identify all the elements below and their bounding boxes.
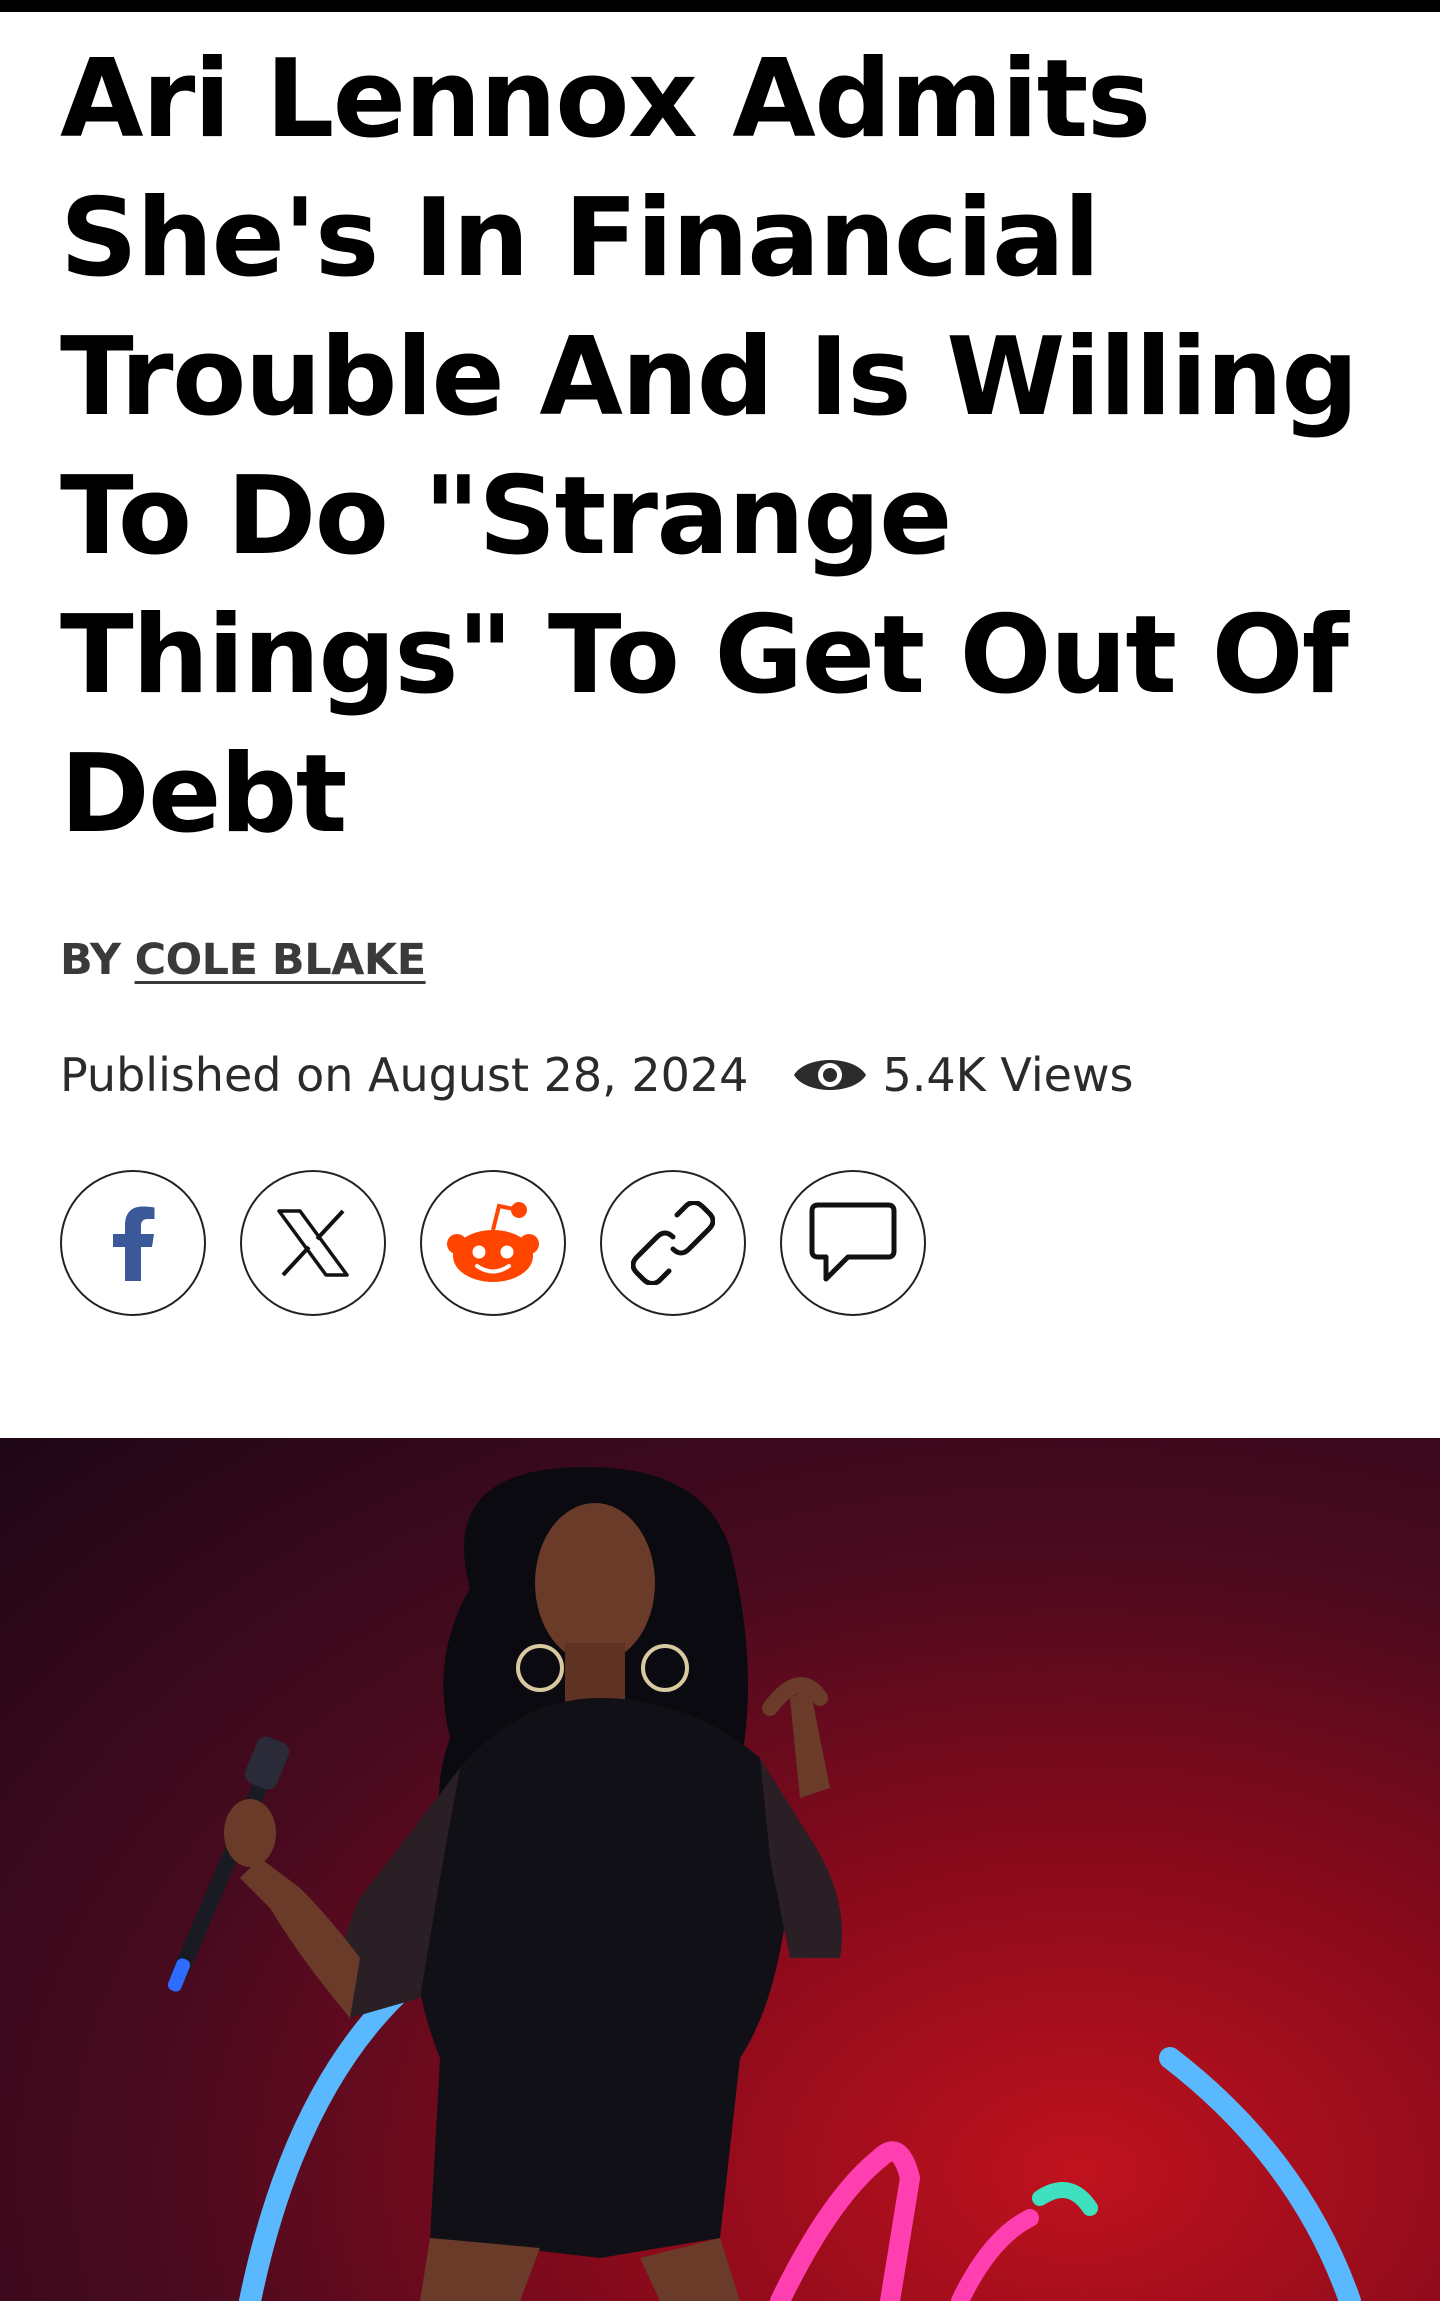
eye-icon <box>794 1060 867 1090</box>
reddit-share-button[interactable] <box>420 1170 566 1316</box>
byline: BY COLE BLAKE <box>60 935 426 985</box>
author-link[interactable]: COLE BLAKE <box>135 935 427 985</box>
reddit-icon <box>447 1202 539 1282</box>
article-meta: Published on August 28, 2024 5.4K Views <box>60 1040 1134 1110</box>
publish-date: Published on August 28, 2024 <box>60 1048 749 1102</box>
hero-image <box>0 1438 1440 2301</box>
x-icon <box>277 1209 349 1277</box>
comment-icon <box>809 1202 897 1282</box>
copy-link-button[interactable] <box>600 1170 746 1316</box>
performer-photo <box>167 1467 1361 2301</box>
share-bar <box>60 1170 960 1316</box>
views-counter: 5.4K Views <box>792 1048 1134 1102</box>
facebook-icon <box>113 1206 155 1281</box>
top-border <box>0 0 1440 12</box>
facebook-share-button[interactable] <box>60 1170 206 1316</box>
byline-prefix: BY <box>60 935 121 985</box>
link-icon <box>631 1201 715 1285</box>
comments-button[interactable] <box>780 1170 926 1316</box>
views-count: 5.4K Views <box>882 1048 1134 1102</box>
x-share-button[interactable] <box>240 1170 386 1316</box>
article-headline: Ari Lennox Admits She's In Financial Tro… <box>60 37 1359 857</box>
